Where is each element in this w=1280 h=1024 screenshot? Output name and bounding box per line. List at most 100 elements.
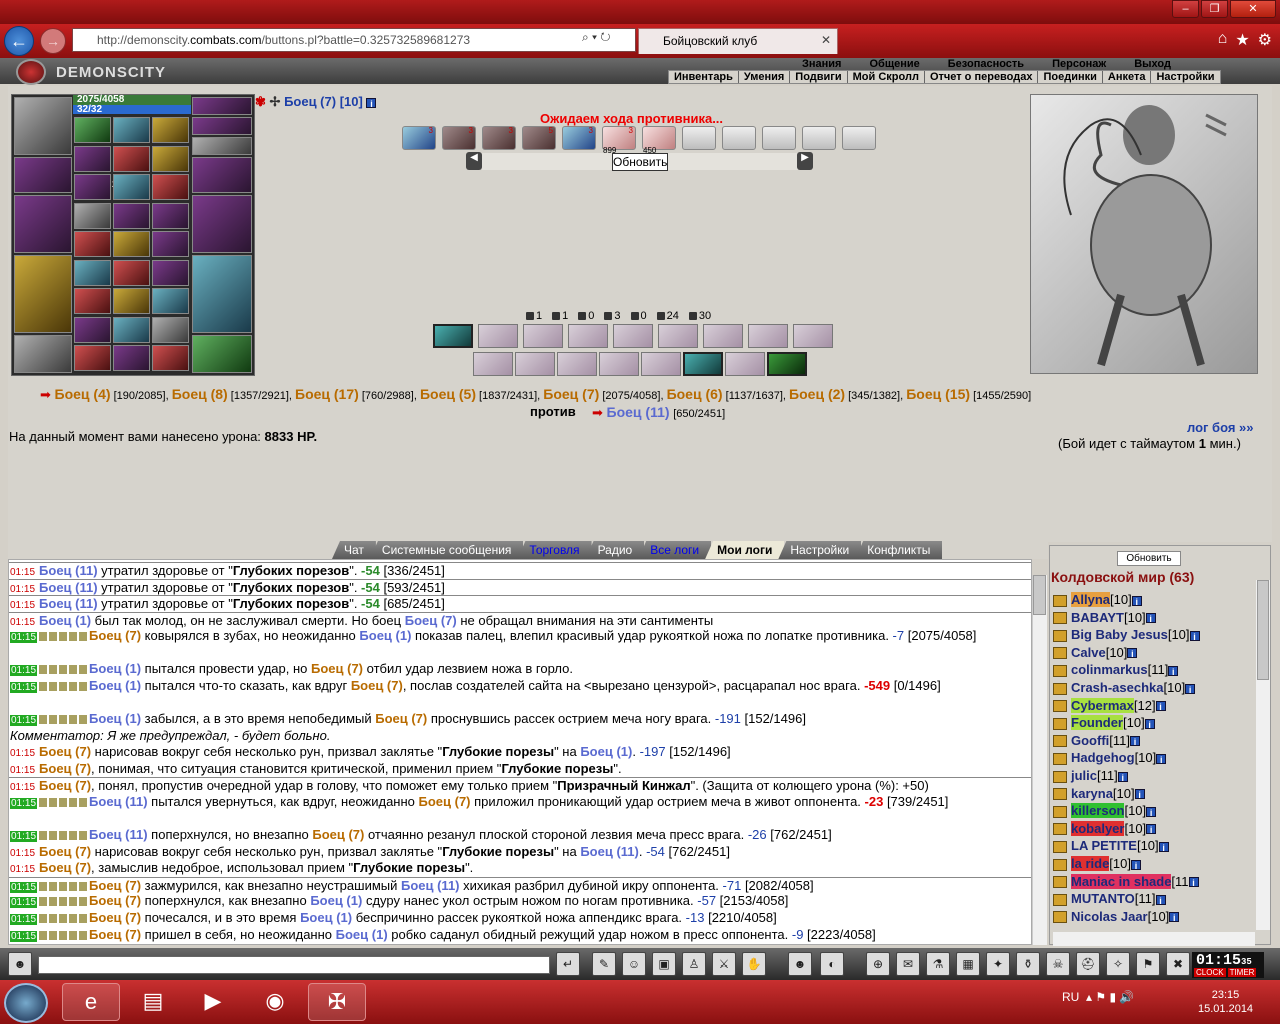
private-message-icon[interactable] bbox=[1053, 752, 1067, 765]
inventory-item-slot[interactable] bbox=[152, 259, 189, 286]
submenu-item[interactable]: Умения bbox=[739, 71, 791, 83]
player-row[interactable]: BABAYT[10] i bbox=[1053, 610, 1156, 628]
player-name[interactable]: Crash-asechka bbox=[1071, 680, 1164, 695]
inventory-item-slot[interactable] bbox=[74, 345, 111, 371]
player-name[interactable]: la ride bbox=[1071, 856, 1110, 871]
menu-item[interactable]: Общение bbox=[855, 58, 933, 70]
chat-tab[interactable]: Конфликты bbox=[855, 541, 943, 559]
tactic-button[interactable] bbox=[748, 324, 788, 348]
chat-mode-icon[interactable]: ☻ bbox=[8, 952, 32, 976]
player-row[interactable]: la ride[10] i bbox=[1053, 856, 1141, 874]
emoticon-icon[interactable]: ☻ bbox=[788, 952, 812, 976]
inventory-item-slot[interactable] bbox=[152, 231, 189, 257]
player-name[interactable]: Allyna bbox=[1071, 592, 1111, 607]
private-message-icon[interactable] bbox=[1053, 700, 1067, 713]
info-icon[interactable]: i bbox=[1129, 736, 1140, 747]
tactic-button[interactable] bbox=[515, 352, 555, 376]
gear-icon[interactable]: ⚙ bbox=[1258, 30, 1272, 50]
chat-tab[interactable]: Чат bbox=[332, 541, 376, 559]
submenu-item[interactable]: Поединки bbox=[1038, 71, 1103, 83]
walk-icon[interactable]: ♙ bbox=[682, 952, 706, 976]
bag-icon[interactable]: ⊕ bbox=[866, 952, 890, 976]
tactic-button[interactable] bbox=[793, 324, 833, 348]
inventory-item-slot[interactable] bbox=[152, 174, 189, 200]
belt-slot[interactable] bbox=[14, 335, 72, 373]
inventory-item-slot[interactable] bbox=[74, 202, 111, 229]
offhand-slot[interactable] bbox=[192, 195, 252, 253]
tactic-button[interactable] bbox=[568, 324, 608, 348]
forward-button[interactable]: → bbox=[40, 28, 66, 54]
ally-name[interactable]: Боец (6) bbox=[667, 386, 723, 402]
battle-scroll-slot[interactable]: 3 bbox=[402, 126, 436, 150]
inventory-item-slot[interactable] bbox=[113, 345, 150, 371]
private-message-icon[interactable] bbox=[1053, 594, 1067, 607]
inventory-item-slot[interactable] bbox=[74, 231, 111, 257]
potion-icon[interactable]: ⚗ bbox=[926, 952, 950, 976]
info-icon[interactable]: i bbox=[1134, 789, 1145, 800]
inventory-item-slot[interactable] bbox=[113, 316, 150, 343]
tactic-button[interactable] bbox=[523, 324, 563, 348]
address-bar[interactable]: http://demonscity.combats.com/buttons.pl… bbox=[72, 28, 636, 52]
player-row[interactable]: Maniac in shade[11 i bbox=[1053, 873, 1199, 892]
private-message-icon[interactable] bbox=[1053, 823, 1067, 836]
tactic-button[interactable] bbox=[478, 324, 518, 348]
player-name[interactable]: Maniac in shade bbox=[1071, 873, 1172, 889]
info-icon[interactable]: i bbox=[1169, 912, 1180, 923]
tray-clock[interactable]: 23:15 15.01.2014 bbox=[1198, 988, 1253, 1016]
ally-name[interactable]: Боец (15) bbox=[906, 386, 970, 402]
browser-tab[interactable]: Бойцовский клуб ✕ bbox=[638, 28, 838, 54]
clock-label[interactable]: CLOCK bbox=[1194, 968, 1226, 977]
book-icon[interactable]: ✖ bbox=[1166, 952, 1190, 976]
battle-scroll-slot[interactable]: 3 bbox=[562, 126, 596, 150]
inventory-item-slot[interactable] bbox=[74, 259, 111, 286]
armor-slot[interactable] bbox=[14, 255, 72, 333]
game-taskbar-icon[interactable]: ✠ bbox=[308, 983, 366, 1021]
inventory-item-slot[interactable] bbox=[152, 145, 189, 172]
private-message-icon[interactable] bbox=[1053, 647, 1067, 660]
tactic-button[interactable] bbox=[683, 352, 723, 376]
ally-name[interactable]: Боец (7) bbox=[543, 386, 599, 402]
info-icon[interactable]: i bbox=[1156, 753, 1167, 765]
submenu-item[interactable]: Отчет о переводах bbox=[925, 71, 1039, 83]
info-icon[interactable]: i bbox=[1144, 718, 1155, 730]
helm-icon[interactable]: ⛑ bbox=[1076, 952, 1100, 976]
battle-scroll-slot[interactable] bbox=[762, 126, 796, 150]
ally-name[interactable]: Боец (4) bbox=[55, 386, 111, 402]
private-message-icon[interactable] bbox=[1053, 629, 1067, 642]
menu-item[interactable]: Безопасность bbox=[934, 58, 1038, 70]
player-row[interactable]: Crash-asechka[10] i bbox=[1053, 680, 1196, 698]
chat-tab[interactable]: Системные сообщения bbox=[369, 541, 524, 559]
battle-scroll-slot[interactable]: 5 bbox=[522, 126, 556, 150]
player-name[interactable]: Hadgehog bbox=[1071, 750, 1135, 765]
battle-scroll-slot[interactable] bbox=[802, 126, 836, 150]
language-indicator[interactable]: RU bbox=[1062, 990, 1079, 1004]
player-name[interactable]: BABAYT bbox=[1071, 610, 1124, 625]
info-icon[interactable]: i bbox=[1145, 613, 1156, 624]
tactic-button[interactable] bbox=[641, 352, 681, 376]
player-name[interactable]: Founder bbox=[1071, 715, 1123, 731]
chest-icon[interactable]: ▦ bbox=[956, 952, 980, 976]
mask-icon[interactable]: ◐ bbox=[820, 952, 844, 976]
chat-tab[interactable]: Радио bbox=[585, 541, 645, 559]
scroll-right-icon[interactable]: ▶ bbox=[797, 152, 813, 170]
player-row[interactable]: Big Baby Jesus[10] i bbox=[1053, 627, 1200, 645]
tactic-button[interactable] bbox=[599, 352, 639, 376]
player-row[interactable]: karyna[10] i bbox=[1053, 786, 1145, 804]
info-icon[interactable]: i bbox=[1155, 894, 1166, 906]
tactic-button[interactable] bbox=[703, 324, 743, 348]
private-message-icon[interactable] bbox=[1053, 911, 1067, 924]
refresh-button[interactable]: Обновить bbox=[612, 153, 668, 171]
private-message-icon[interactable] bbox=[1053, 770, 1067, 783]
info-icon[interactable]: i bbox=[1168, 665, 1179, 677]
chat-scroll-thumb[interactable] bbox=[1033, 575, 1046, 615]
chat-input[interactable] bbox=[38, 956, 550, 974]
battle-scroll-slot[interactable] bbox=[682, 126, 716, 150]
inventory-item-slot[interactable] bbox=[74, 117, 111, 143]
info-icon[interactable]: i bbox=[1127, 648, 1138, 659]
tactic-button[interactable] bbox=[433, 324, 473, 348]
inventory-item-slot[interactable] bbox=[113, 259, 150, 286]
player-row[interactable]: Cybermax[12] i bbox=[1053, 697, 1166, 716]
player-row[interactable]: Allyna[10] i bbox=[1053, 592, 1142, 610]
chat-scrollbar[interactable] bbox=[1032, 575, 1047, 945]
timer-label[interactable]: TIMER bbox=[1227, 968, 1257, 977]
